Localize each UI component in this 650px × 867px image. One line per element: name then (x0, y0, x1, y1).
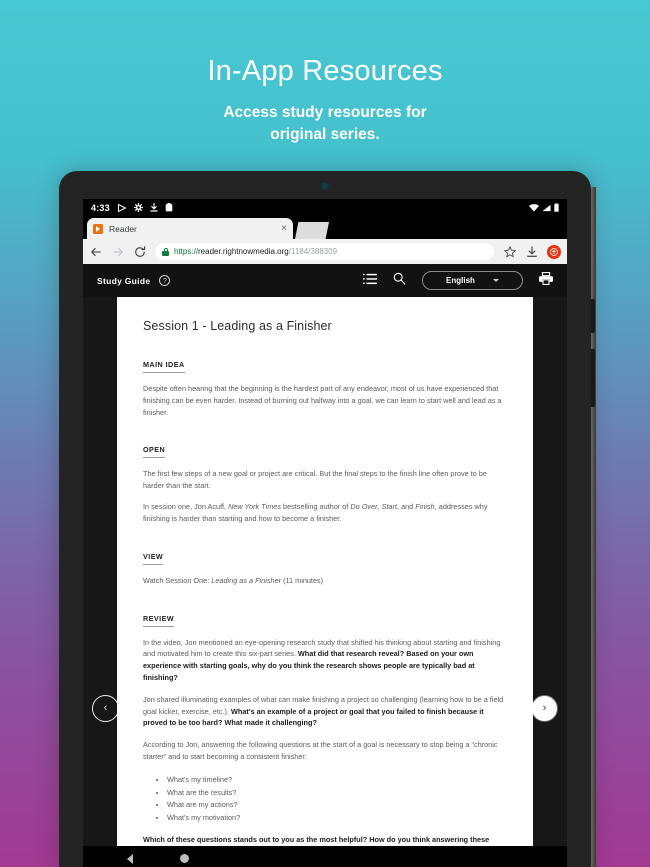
url-host: reader.rightnowmedia.org (198, 247, 289, 256)
promo-header: In-App Resources Access study resources … (0, 0, 650, 146)
android-status-bar: 4:33 (83, 199, 567, 216)
language-selector[interactable]: English (422, 271, 523, 290)
study-guide-page: Session 1 - Leading as a Finisher MAIN I… (117, 297, 533, 846)
device-bezel-top (59, 171, 591, 199)
front-camera-icon (322, 183, 328, 189)
device-side-edge (591, 187, 596, 867)
review-paragraph-one: In the video, Jon mentioned an eye-openi… (143, 637, 507, 684)
volume-button[interactable] (591, 349, 595, 407)
search-icon[interactable] (393, 272, 406, 290)
duration-text: (11 minutes) (281, 575, 324, 585)
book-title: Finish (415, 502, 435, 512)
app-title: Study Guide (97, 275, 151, 286)
cast-icon (117, 203, 127, 212)
page-title: Session 1 - Leading as a Finisher (143, 319, 332, 333)
chevron-right-icon: › (542, 702, 547, 714)
chevron-left-icon: ‹ (103, 702, 108, 714)
profile-avatar[interactable] (547, 244, 561, 259)
section-view: VIEW Watch Session One: Leading as a Fin… (143, 546, 507, 587)
device-screen: 4:33 Reader × https://reader.rightnowmed… (83, 199, 567, 867)
url-scheme: https:// (174, 247, 199, 256)
reader-favicon (93, 223, 103, 234)
forward-arrow-icon (111, 245, 124, 258)
text-run: Watch Session One: (143, 575, 212, 585)
download-icon (150, 203, 158, 212)
android-nav-bar (83, 846, 567, 867)
section-heading: MAIN IDEA (143, 360, 185, 373)
previous-page-button[interactable]: ‹ (92, 695, 119, 722)
section-main-idea: MAIN IDEA Despite often hearing that the… (143, 354, 507, 418)
help-icon[interactable]: ? (159, 275, 171, 286)
clipboard-icon (165, 203, 173, 212)
download-icon[interactable] (525, 245, 538, 258)
review-paragraph-four: Which of these questions stands out to y… (143, 834, 507, 846)
gear-icon (133, 203, 143, 212)
review-paragraph-three: According to Jon, answering the followin… (143, 740, 498, 761)
text-run: , and (397, 502, 416, 512)
session-title: Leading as a Finisher (211, 575, 282, 585)
promo-title: In-App Resources (207, 55, 443, 87)
question-list: What's my timeline? What are the results… (167, 774, 507, 824)
text-run: In session one, Jon Acuff, (143, 502, 229, 512)
wifi-icon (529, 203, 539, 212)
tablet-device: 4:33 Reader × https://reader.rightnowmed… (59, 171, 596, 867)
section-review: REVIEW In the video, Jon mentioned an ey… (143, 608, 507, 847)
reload-icon[interactable] (133, 245, 146, 258)
language-label: English (446, 276, 475, 285)
back-arrow-icon[interactable] (89, 245, 102, 258)
chevron-down-icon (492, 279, 499, 282)
book-title: New York Times (228, 502, 281, 512)
view-line: Watch Session One: Leading as a Finisher… (143, 575, 507, 587)
list-icon[interactable] (363, 272, 377, 290)
next-page-button[interactable]: › (531, 695, 558, 722)
battery-icon (554, 203, 559, 212)
review-paragraph-two: Jon shared illuminating examples of what… (143, 694, 507, 729)
print-icon[interactable] (539, 271, 553, 290)
power-button[interactable] (591, 299, 595, 333)
list-item: What's my timeline? (167, 774, 507, 786)
list-item: What are the results? (167, 787, 507, 799)
section-paragraph: The first few steps of a new goal or pro… (143, 469, 487, 491)
tab-title: Reader (109, 223, 137, 234)
section-heading: VIEW (143, 552, 164, 565)
section-paragraph: Despite often hearing that the beginning… (143, 384, 502, 417)
open-paragraph-two: In session one, Jon Acuff, New York Time… (143, 501, 507, 525)
promo-subtitle: Access study resources for original serie… (223, 103, 427, 143)
discussion-question: Which of these questions stands out to y… (143, 835, 490, 845)
back-icon[interactable] (127, 853, 133, 864)
close-icon[interactable]: × (281, 223, 287, 234)
app-toolbar: Study Guide ? English (83, 264, 567, 297)
signal-icon (542, 204, 551, 211)
browser-tab[interactable]: Reader × (87, 218, 293, 239)
star-icon[interactable] (503, 245, 516, 258)
section-open: OPEN The first few steps of a new goal o… (143, 439, 507, 524)
home-icon[interactable] (180, 854, 189, 863)
list-item: What's my motivation? (167, 812, 507, 824)
lock-icon (162, 247, 169, 256)
list-item: What are my actions? (167, 799, 507, 811)
reader-viewport: ‹ › Session 1 - Leading as a Finisher MA… (83, 297, 567, 846)
status-clock: 4:33 (91, 202, 110, 213)
url-bar[interactable]: https://reader.rightnowmedia.org/1184/38… (155, 243, 494, 260)
section-heading: OPEN (143, 445, 166, 459)
book-title: Start (381, 502, 398, 512)
book-title: Do Over (350, 502, 378, 512)
text-run: bestselling author of (280, 502, 351, 512)
url-path: /1184/388309 (288, 247, 338, 256)
new-tab-ghost[interactable] (295, 222, 329, 239)
browser-omnibox: https://reader.rightnowmedia.org/1184/38… (83, 239, 567, 264)
section-heading: REVIEW (143, 614, 175, 627)
browser-tab-strip: Reader × (83, 216, 567, 239)
